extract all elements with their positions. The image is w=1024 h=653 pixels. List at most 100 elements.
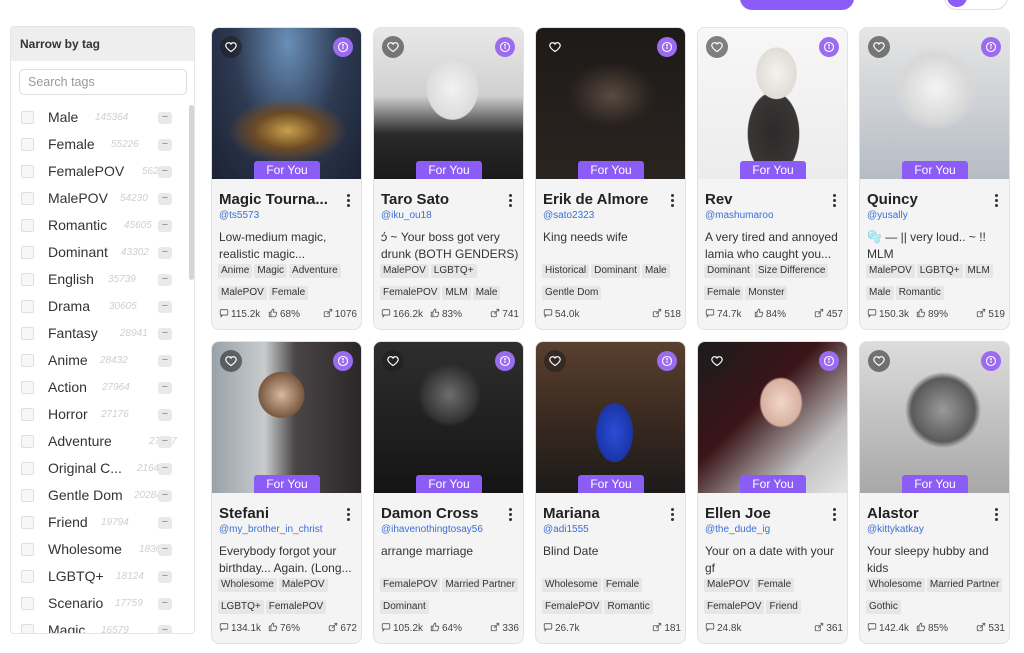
tag-checkbox[interactable] bbox=[21, 435, 34, 448]
card-tag[interactable]: Male bbox=[641, 264, 670, 278]
creator-handle[interactable]: @ts5573 bbox=[219, 210, 259, 221]
info-icon[interactable] bbox=[333, 37, 353, 57]
tag-checkbox[interactable] bbox=[21, 462, 34, 475]
exclude-tag-button[interactable]: − bbox=[158, 382, 172, 394]
info-icon[interactable] bbox=[657, 37, 677, 57]
card-tag[interactable]: MalePOV bbox=[704, 578, 753, 592]
card-tag[interactable]: Wholesome bbox=[218, 578, 277, 592]
card-tag[interactable]: Married Partner bbox=[926, 578, 1003, 592]
tag-checkbox[interactable] bbox=[21, 381, 34, 394]
character-name[interactable]: Taro Sato bbox=[381, 191, 499, 208]
tag-row[interactable]: Romantic 45605− bbox=[11, 213, 187, 240]
card-tag[interactable]: Female bbox=[754, 578, 795, 592]
info-icon[interactable] bbox=[819, 37, 839, 57]
card-tag[interactable]: Gothic bbox=[866, 600, 901, 614]
card-tag[interactable]: Female bbox=[704, 286, 744, 300]
creator-handle[interactable]: @the_dude_ig bbox=[705, 524, 770, 535]
tag-row[interactable]: Horror 27176 − bbox=[11, 402, 187, 429]
character-name[interactable]: Magic Tourna... bbox=[219, 191, 337, 208]
more-icon[interactable] bbox=[833, 194, 837, 208]
card-tag[interactable]: Magic bbox=[254, 264, 288, 278]
tag-row[interactable]: Wholesome 18365− bbox=[11, 537, 187, 564]
card-tag[interactable]: LGBTQ+ bbox=[218, 600, 264, 614]
favorite-heart-icon[interactable] bbox=[220, 36, 242, 58]
favorite-heart-icon[interactable] bbox=[544, 36, 566, 58]
character-name[interactable]: Stefani bbox=[219, 505, 337, 522]
more-icon[interactable] bbox=[509, 508, 513, 522]
tag-row[interactable]: LGBTQ+ 18124 − bbox=[11, 564, 187, 591]
more-icon[interactable] bbox=[347, 508, 351, 522]
tag-row[interactable]: Fantasy 28941− bbox=[11, 321, 187, 348]
character-card[interactable]: For You Ellen Joe @the_dude_ig Your on a da… bbox=[697, 341, 848, 644]
character-card[interactable]: For You Mariana @adi1555 Blind Date Wholesom… bbox=[535, 341, 686, 644]
exclude-tag-button[interactable]: − bbox=[158, 139, 172, 151]
card-tag[interactable]: Wholesome bbox=[866, 578, 925, 592]
tag-row[interactable]: Adventure27007− bbox=[11, 429, 187, 456]
tag-row[interactable]: Scenario 17759 − bbox=[11, 591, 187, 618]
character-card[interactable]: For You Rev @mashumaroo A very tired and an… bbox=[697, 27, 848, 330]
exclude-tag-button[interactable]: − bbox=[158, 463, 172, 475]
tag-row[interactable]: Drama 30605 − bbox=[11, 294, 187, 321]
tag-row[interactable]: Action 27964 − bbox=[11, 375, 187, 402]
favorite-heart-icon[interactable] bbox=[706, 36, 728, 58]
card-tag[interactable]: MalePOV bbox=[380, 264, 429, 278]
tag-checkbox[interactable] bbox=[21, 273, 34, 286]
exclude-tag-button[interactable]: − bbox=[158, 355, 172, 367]
exclude-tag-button[interactable]: − bbox=[158, 517, 172, 529]
creator-handle[interactable]: @mashumaroo bbox=[705, 210, 774, 221]
character-card[interactable]: For You Quincy @yusally 🫧 — || very loud.. … bbox=[859, 27, 1010, 330]
card-tag[interactable]: MalePOV bbox=[866, 264, 915, 278]
creator-handle[interactable]: @yusally bbox=[867, 210, 908, 221]
tag-row[interactable]: Original C... 21640− bbox=[11, 456, 187, 483]
exclude-tag-button[interactable]: − bbox=[158, 112, 172, 124]
tag-checkbox[interactable] bbox=[21, 246, 34, 259]
more-icon[interactable] bbox=[347, 194, 351, 208]
card-tag[interactable]: Historical bbox=[542, 264, 590, 278]
card-tag[interactable]: Female bbox=[268, 286, 309, 300]
character-card[interactable]: For You Taro Sato @iku_ou18 𖹷 ~ Your boss g… bbox=[373, 27, 524, 330]
favorite-heart-icon[interactable] bbox=[382, 350, 404, 372]
card-tag[interactable]: MLM bbox=[442, 286, 471, 300]
card-tag[interactable]: Monster bbox=[745, 286, 788, 300]
card-tag[interactable]: Dominant bbox=[380, 600, 429, 614]
favorite-heart-icon[interactable] bbox=[706, 350, 728, 372]
exclude-tag-button[interactable]: − bbox=[158, 220, 172, 232]
card-tag[interactable]: Female bbox=[602, 578, 643, 592]
character-name[interactable]: Erik de Almore bbox=[543, 191, 661, 208]
character-name[interactable]: Quincy bbox=[867, 191, 985, 208]
card-tag[interactable]: FemalePOV bbox=[380, 578, 441, 592]
character-name[interactable]: Alastor bbox=[867, 505, 985, 522]
exclude-tag-button[interactable]: − bbox=[158, 490, 172, 502]
info-icon[interactable] bbox=[981, 37, 1001, 57]
card-tag[interactable]: Romantic bbox=[604, 600, 653, 614]
tag-row[interactable]: Magic 16579 − bbox=[11, 618, 187, 633]
character-card[interactable]: For You Magic Tourna... @ts5573 Low-medium … bbox=[211, 27, 362, 330]
card-tag[interactable]: Gentle Dom bbox=[542, 286, 602, 300]
more-icon[interactable] bbox=[671, 508, 675, 522]
exclude-tag-button[interactable]: − bbox=[158, 166, 172, 178]
card-tag[interactable]: LGBTQ+ bbox=[916, 264, 963, 278]
tag-checkbox[interactable] bbox=[21, 165, 34, 178]
tag-checkbox[interactable] bbox=[21, 300, 34, 313]
exclude-tag-button[interactable]: − bbox=[158, 571, 172, 583]
tag-checkbox[interactable] bbox=[21, 138, 34, 151]
tag-row[interactable]: Anime 28432 − bbox=[11, 348, 187, 375]
card-tag[interactable]: FemalePOV bbox=[265, 600, 327, 614]
card-tag[interactable]: Male bbox=[472, 286, 501, 300]
card-tag[interactable]: MalePOV bbox=[278, 578, 328, 592]
card-tag[interactable]: Size Difference bbox=[754, 264, 829, 278]
tag-checkbox[interactable] bbox=[21, 354, 34, 367]
creator-handle[interactable]: @my_brother_in_christ bbox=[219, 524, 323, 535]
character-name[interactable]: Rev bbox=[705, 191, 823, 208]
exclude-tag-button[interactable]: − bbox=[158, 544, 172, 556]
card-tag[interactable]: Friend bbox=[766, 600, 801, 614]
tag-row[interactable]: Dominant 43302− bbox=[11, 240, 187, 267]
card-tag[interactable]: Wholesome bbox=[542, 578, 601, 592]
exclude-tag-button[interactable]: − bbox=[158, 247, 172, 259]
tag-checkbox[interactable] bbox=[21, 543, 34, 556]
tag-row[interactable]: Friend 19794 − bbox=[11, 510, 187, 537]
card-tag[interactable]: Romantic bbox=[895, 286, 944, 300]
info-icon[interactable] bbox=[981, 351, 1001, 371]
character-card[interactable]: For You Damon Cross @ihavenothingtosay56 ar… bbox=[373, 341, 524, 644]
character-name[interactable]: Mariana bbox=[543, 505, 661, 522]
